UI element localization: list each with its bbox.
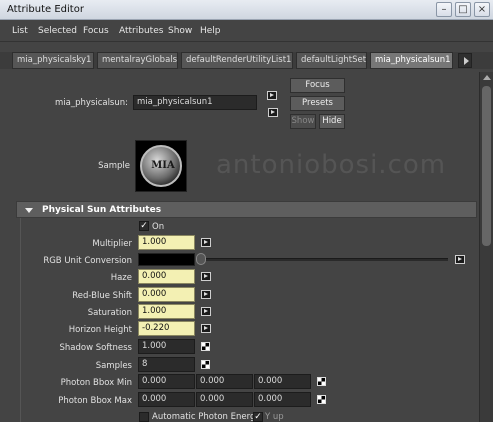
red-blue-shift-label: Red-Blue Shift	[72, 291, 132, 301]
photon-bbox-min-x-input[interactable]: 0.000	[138, 374, 195, 389]
samples-label: Samples	[95, 361, 132, 371]
photon-bbox-max-z-input[interactable]: 0.000	[254, 392, 311, 407]
menu-bar: List Selected Focus Attributes Show Help	[0, 20, 493, 42]
tab-scroll-right-icon[interactable]	[458, 53, 472, 68]
menu-show[interactable]: Show	[168, 26, 192, 36]
section-title: Physical Sun Attributes	[42, 205, 162, 215]
photon-bbox-max-texture-icon[interactable]	[317, 395, 326, 404]
physical-sun-attributes-header[interactable]: Physical Sun Attributes	[16, 201, 477, 218]
output-connection-icon[interactable]	[268, 108, 278, 117]
red-blue-shift-map-icon[interactable]	[201, 290, 211, 299]
tab-strip: mia_physicalsky1 mentalrayGlobals defaul…	[0, 52, 493, 69]
y-up-label: Y up	[265, 412, 284, 422]
shadow-softness-texture-icon[interactable]	[201, 342, 210, 351]
multiplier-input[interactable]: 1.000	[138, 235, 195, 250]
multiplier-label: Multiplier	[92, 239, 132, 249]
window-title: Attribute Editor	[7, 4, 84, 15]
tab-default-light-set[interactable]: defaultLightSet	[296, 52, 367, 69]
input-connection-icon[interactable]	[267, 91, 277, 100]
on-label: On	[152, 222, 165, 232]
photon-bbox-min-label: Photon Bbox Min	[60, 378, 132, 388]
sample-ball-icon: MIA	[140, 145, 182, 187]
scrollbar-thumb[interactable]	[482, 86, 491, 246]
watermark: antoniobosi.com	[216, 150, 447, 180]
horizon-height-label: Horizon Height	[68, 325, 132, 335]
samples-texture-icon[interactable]	[201, 360, 210, 369]
collapse-triangle-icon[interactable]	[25, 208, 33, 213]
haze-map-icon[interactable]	[201, 272, 211, 281]
photon-bbox-min-texture-icon[interactable]	[317, 377, 326, 386]
rgb-map-icon[interactable]	[455, 255, 465, 264]
menu-focus[interactable]: Focus	[83, 26, 109, 36]
menu-selected[interactable]: Selected	[38, 26, 77, 36]
focus-button[interactable]: Focus	[290, 78, 345, 93]
shadow-softness-input[interactable]: 1.000	[138, 339, 195, 354]
tab-mia-physicalsky1[interactable]: mia_physicalsky1	[12, 52, 94, 69]
haze-input[interactable]: 0.000	[138, 269, 195, 284]
close-icon[interactable]: ×	[474, 2, 490, 17]
sample-swatch: MIA	[135, 140, 187, 192]
shadow-softness-label: Shadow Softness	[59, 343, 133, 353]
title-bar: Attribute Editor – □ ×	[0, 0, 493, 20]
minimize-icon[interactable]: –	[436, 2, 452, 17]
saturation-map-icon[interactable]	[201, 307, 211, 316]
show-button[interactable]: Show	[290, 114, 316, 129]
automatic-photon-energy-checkbox[interactable]	[139, 412, 149, 422]
vertical-scrollbar[interactable]	[479, 72, 493, 422]
photon-bbox-max-label: Photon Bbox Max	[58, 396, 132, 406]
photon-bbox-min-y-input[interactable]: 0.000	[196, 374, 253, 389]
y-up-checkbox[interactable]: ✓	[253, 412, 263, 422]
horizon-height-input[interactable]: -0.220	[138, 321, 195, 336]
horizon-height-map-icon[interactable]	[201, 324, 211, 333]
rgb-unit-conversion-slider[interactable]	[200, 258, 448, 261]
multiplier-map-icon[interactable]	[201, 238, 211, 247]
section-guide-line	[20, 218, 21, 422]
node-name-label: mia_physicalsun:	[54, 98, 128, 108]
rgb-unit-conversion-label: RGB Unit Conversion	[43, 256, 132, 266]
samples-input[interactable]: 8	[138, 357, 195, 372]
tab-default-render-utility-list1[interactable]: defaultRenderUtilityList1	[181, 52, 293, 69]
hide-button[interactable]: Hide	[319, 114, 345, 129]
rgb-unit-conversion-swatch[interactable]	[138, 253, 195, 266]
saturation-input[interactable]: 1.000	[138, 304, 195, 319]
tab-mia-physicalsun1[interactable]: mia_physicalsun1	[370, 52, 453, 69]
photon-bbox-min-z-input[interactable]: 0.000	[254, 374, 311, 389]
node-name-input[interactable]: mia_physicalsun1	[133, 95, 257, 110]
sample-label: Sample	[98, 161, 130, 171]
menu-help[interactable]: Help	[200, 26, 221, 36]
maximize-icon[interactable]: □	[455, 2, 471, 17]
presets-button[interactable]: Presets	[290, 96, 345, 111]
tab-mentalray-globals[interactable]: mentalrayGlobals	[97, 52, 178, 69]
saturation-label: Saturation	[87, 308, 132, 318]
on-checkbox[interactable]: ✓	[139, 221, 149, 231]
automatic-photon-energy-label: Automatic Photon Energy	[152, 412, 261, 422]
red-blue-shift-input[interactable]: 0.000	[138, 287, 195, 302]
menu-list[interactable]: List	[12, 26, 28, 36]
photon-bbox-max-x-input[interactable]: 0.000	[138, 392, 195, 407]
photon-bbox-max-y-input[interactable]: 0.000	[196, 392, 253, 407]
haze-label: Haze	[110, 273, 132, 283]
menu-attributes[interactable]: Attributes	[119, 26, 163, 36]
scroll-up-icon[interactable]	[483, 75, 491, 80]
rgb-slider-handle[interactable]	[196, 253, 206, 265]
